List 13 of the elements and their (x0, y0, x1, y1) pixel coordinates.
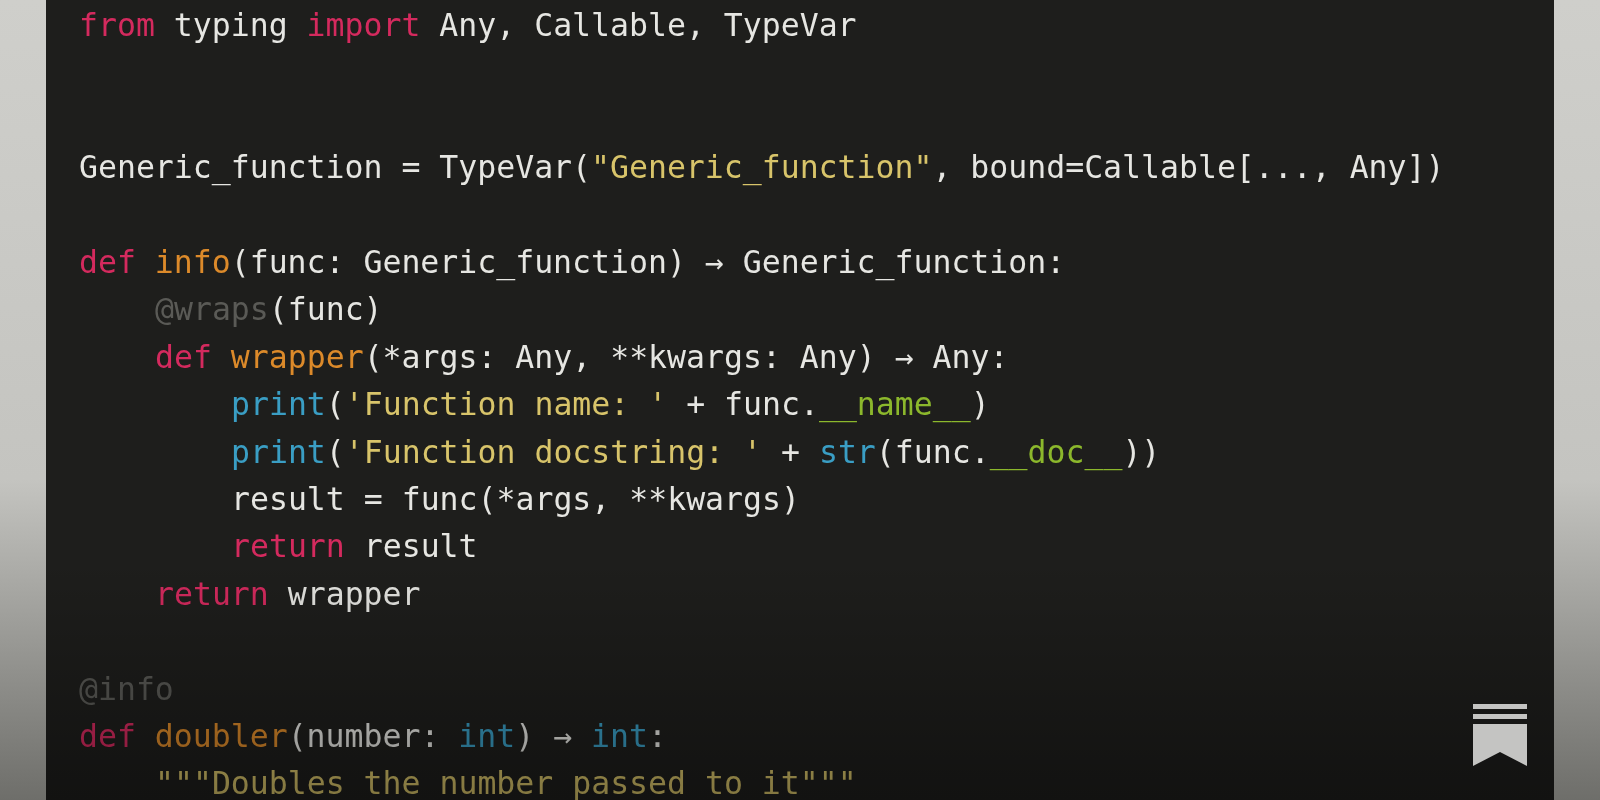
code-line: def wrapper(*args: Any, **kwargs: Any) → Any: (155, 337, 1009, 377)
code-line: result = func(*args, **kwargs) (231, 480, 800, 520)
code-line: return result (231, 527, 478, 567)
code-line: print('Function docstring: ' + str(func.__doc__)) (231, 432, 1161, 473)
code-line: """Doubles the number passed to it""" (155, 764, 857, 800)
code-line: def doubler(number: int) → int: (79, 717, 667, 757)
code-line: print('Function name: ' + func.__name__) (231, 385, 990, 425)
bookmark-icon[interactable] (1473, 704, 1527, 766)
code-line: @wraps(func) (155, 290, 383, 330)
code-line: from typing import Any, Callable, TypeVar (79, 6, 857, 45)
code-line: Generic_function = TypeVar("Generic_function", bound=Callable[..., Any]) (79, 148, 1445, 188)
code-line: return wrapper (155, 574, 421, 614)
code-line: def info(func: Generic_function) → Generic_function: (79, 243, 1066, 283)
